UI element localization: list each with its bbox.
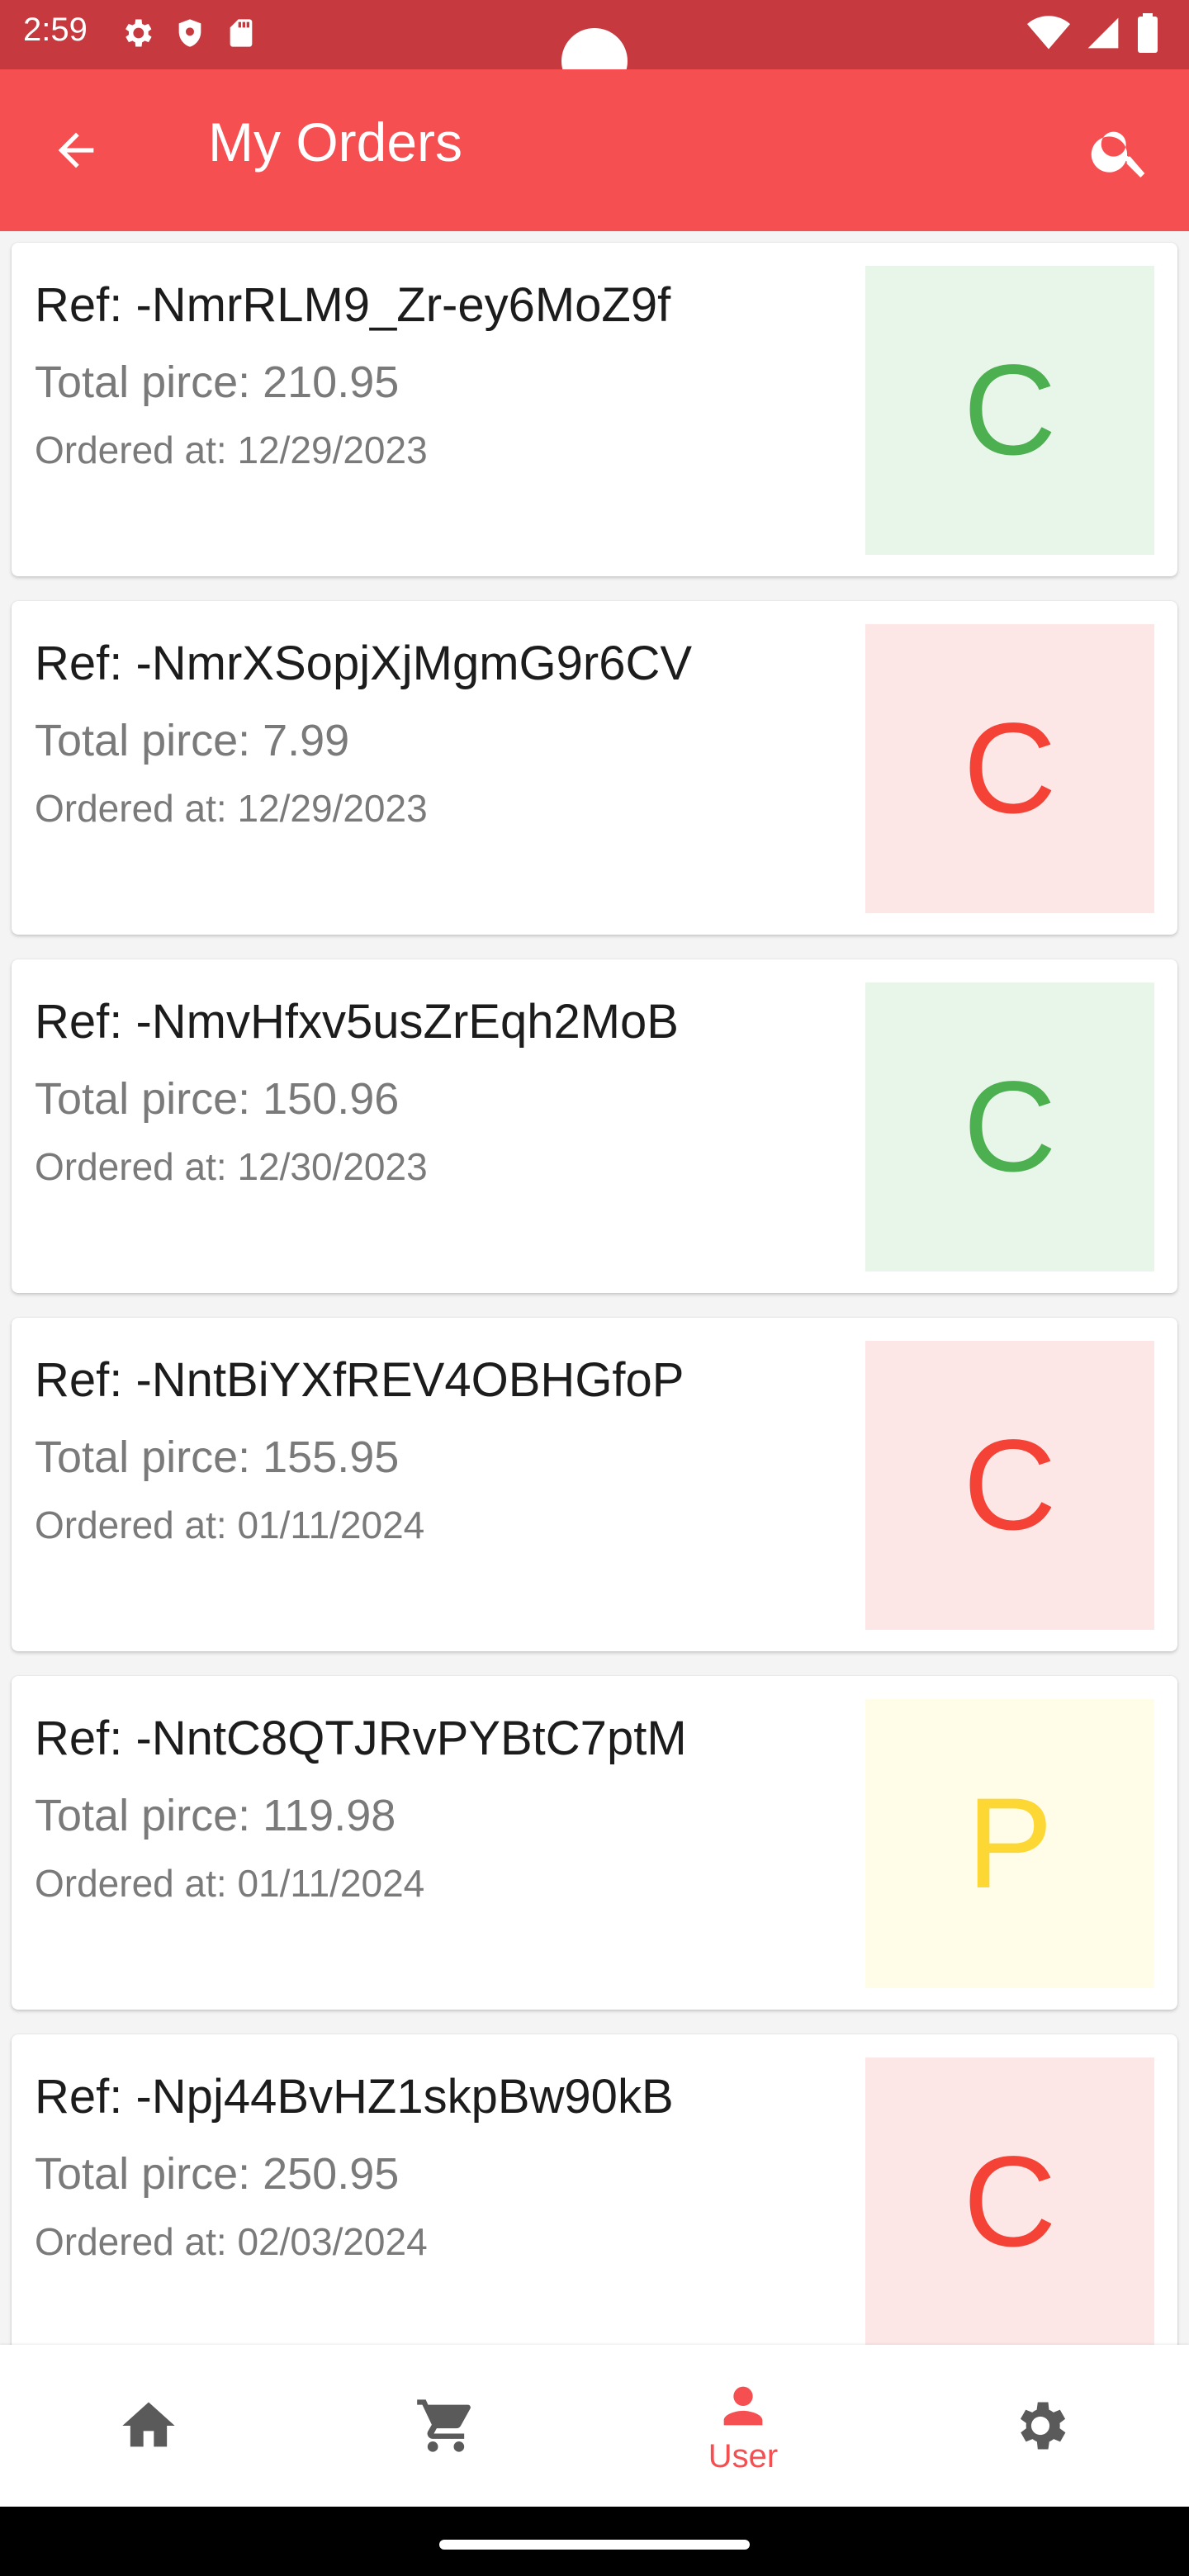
order-date: Ordered at: 12/29/2023 [35,429,428,471]
order-ref: Ref: -Npj44BvHZ1skpBw90kB [35,2070,674,2124]
order-status-badge: C [865,624,1154,913]
status-time: 2:59 [23,12,88,48]
shield-status-icon [178,19,201,47]
signal-icon [1087,17,1119,49]
order-ref: Ref: -NmrRLM9_Zr-ey6MoZ9f [35,278,671,332]
order-total: Total pirce: 150.96 [35,1074,400,1124]
order-total: Total pirce: 7.99 [35,716,350,765]
orders-list: Ref: -NmrRLM9_Zr-ey6MoZ9f Total pirce: 2… [0,231,1189,2345]
nav-settings[interactable] [892,2345,1189,2507]
order-ref: Ref: -NntBiYXfREV4OBHGfoP [35,1353,685,1407]
status-bar: 2:59 [0,0,1189,94]
order-date: Ordered at: 12/29/2023 [35,787,428,830]
order-date: Ordered at: 02/03/2024 [35,2220,428,2263]
order-date: Ordered at: 01/11/2024 [35,1862,425,1905]
order-date: Ordered at: 01/11/2024 [35,1503,425,1546]
order-ref: Ref: -NntC8QTJRvPYBtC7ptM [35,1712,687,1765]
sdcard-status-icon [230,19,253,47]
order-status-badge: P [865,1699,1154,1988]
back-button[interactable] [43,117,109,183]
order-total: Total pirce: 210.95 [35,358,400,407]
nav-user[interactable]: User [594,2345,892,2507]
nav-cart[interactable] [297,2345,594,2507]
order-total: Total pirce: 250.95 [35,2149,400,2199]
bottom-navigation: User [0,2345,1189,2507]
arrow-back-icon [58,132,94,168]
search-icon [1091,131,1145,178]
cart-icon [417,2399,471,2452]
search-button[interactable] [1083,114,1158,188]
status-icons-right [1027,13,1159,53]
nav-user-label: User [708,2437,779,2474]
battery-icon [1138,13,1158,53]
order-card[interactable]: Ref: -NntC8QTJRvPYBtC7ptM Total pirce: 1… [12,1676,1177,2010]
app-bar: My Orders [0,69,1189,231]
order-status-badge: C [865,266,1154,555]
order-card[interactable]: Ref: -NmrRLM9_Zr-ey6MoZ9f Total pirce: 2… [12,243,1177,576]
order-date: Ordered at: 12/30/2023 [35,1145,428,1188]
settings-status-icon [126,19,152,47]
order-card[interactable]: Ref: -NmvHfxv5usZrEqh2MoB Total pirce: 1… [12,959,1177,1293]
system-navigation-bar [0,2507,1189,2576]
order-status-badge: C [865,1341,1154,1630]
page-title: My Orders [208,111,463,173]
wifi-icon [1027,16,1070,50]
order-status-badge: C [865,2057,1154,2345]
user-icon [723,2386,763,2425]
order-ref: Ref: -NmrXSopjXjMgmG9r6CV [35,637,693,690]
nav-home[interactable] [0,2345,297,2507]
order-ref: Ref: -NmvHfxv5usZrEqh2MoB [35,995,679,1049]
order-card[interactable]: Ref: -NmrXSopjXjMgmG9r6CV Total pirce: 7… [12,601,1177,935]
home-icon [122,2402,175,2447]
order-card[interactable]: Ref: -NntBiYXfREV4OBHGfoP Total pirce: 1… [12,1318,1177,1651]
settings-icon [1020,2402,1066,2450]
order-total: Total pirce: 155.95 [35,1432,400,1482]
order-card[interactable]: Ref: -Npj44BvHZ1skpBw90kB Total pirce: 2… [12,2034,1177,2345]
status-icons-left [119,15,258,51]
order-status-badge: C [865,983,1154,1271]
order-total: Total pirce: 119.98 [35,1791,396,1840]
home-indicator[interactable] [439,2540,750,2550]
